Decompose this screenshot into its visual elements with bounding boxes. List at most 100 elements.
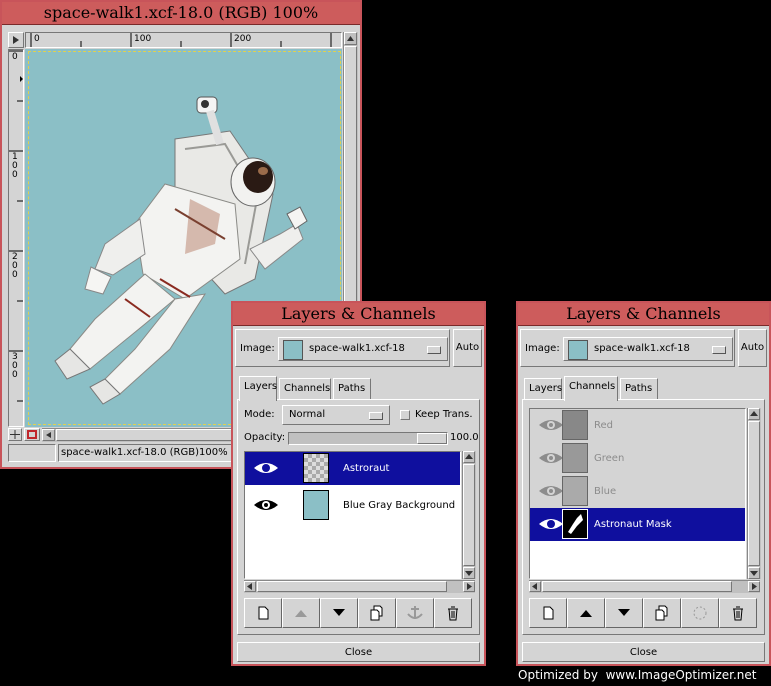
eye-icon[interactable] bbox=[538, 516, 564, 532]
channel-name: Blue bbox=[594, 486, 617, 497]
layers-dialog-title[interactable]: Layers & Channels bbox=[233, 303, 484, 326]
trash-icon bbox=[733, 606, 743, 621]
lower-layer-button[interactable] bbox=[320, 598, 358, 628]
duplicate-icon bbox=[655, 605, 668, 621]
opacity-value: 100.0 bbox=[450, 432, 479, 443]
menu-arrow-button[interactable] bbox=[8, 32, 24, 48]
quickmask-button[interactable] bbox=[24, 428, 40, 441]
arrow-up-icon bbox=[347, 36, 354, 41]
channels-panel: Red Green Blue Astronaut Mask bbox=[522, 399, 765, 635]
dropdown-indicator-icon bbox=[712, 346, 726, 354]
new-channel-button[interactable] bbox=[529, 598, 567, 628]
lower-channel-button[interactable] bbox=[605, 598, 643, 628]
close-button[interactable]: Close bbox=[237, 642, 480, 662]
tab-paths[interactable]: Paths bbox=[333, 378, 371, 400]
duplicate-channel-button[interactable] bbox=[643, 598, 681, 628]
layer-button-bar bbox=[244, 598, 475, 628]
eye-icon[interactable] bbox=[538, 417, 564, 433]
arrow-left-icon bbox=[532, 583, 537, 590]
scroll-left-button[interactable] bbox=[42, 429, 55, 441]
layers-vertical-scrollbar[interactable] bbox=[462, 451, 476, 579]
channel-row-astronaut-mask[interactable]: Astronaut Mask bbox=[530, 508, 745, 541]
channels-tabs: Layers Channels Paths bbox=[524, 376, 764, 401]
scroll-thumb[interactable] bbox=[542, 581, 732, 592]
scroll-down-button[interactable] bbox=[748, 567, 760, 579]
eye-icon[interactable] bbox=[538, 450, 564, 466]
dropdown-indicator-icon bbox=[369, 412, 383, 420]
layers-list: Astroraut Blue Gray Background bbox=[244, 451, 461, 579]
scroll-up-button[interactable] bbox=[344, 32, 357, 45]
image-window-title[interactable]: space-walk1.xcf-18.0 (RGB) 100% bbox=[2, 2, 360, 25]
eye-icon[interactable] bbox=[538, 483, 564, 499]
close-button[interactable]: Close bbox=[522, 642, 765, 662]
scroll-thumb[interactable] bbox=[463, 464, 475, 566]
image-thumb-icon bbox=[568, 340, 588, 360]
channel-thumbnail bbox=[562, 443, 588, 473]
arrow-right-icon bbox=[752, 583, 757, 590]
scroll-right-button[interactable] bbox=[748, 581, 760, 592]
ruler-label: 2 0 0 bbox=[12, 252, 18, 280]
duplicate-layer-button[interactable] bbox=[358, 598, 396, 628]
status-field-empty bbox=[8, 444, 56, 462]
channels-vertical-scrollbar[interactable] bbox=[747, 408, 761, 579]
scroll-thumb[interactable] bbox=[748, 421, 760, 566]
auto-button[interactable]: Auto bbox=[738, 329, 767, 367]
eye-icon[interactable] bbox=[253, 497, 279, 513]
layers-dialog: Layers & Channels Image: space-walk1.xcf… bbox=[231, 301, 486, 666]
arrow-right-icon bbox=[467, 583, 472, 590]
arrow-down-icon bbox=[465, 571, 473, 576]
channel-row-red[interactable]: Red bbox=[530, 409, 745, 442]
raise-channel-button[interactable] bbox=[567, 598, 605, 628]
mode-selector[interactable]: Normal bbox=[282, 405, 390, 425]
eye-icon[interactable] bbox=[253, 460, 279, 476]
delete-layer-button[interactable] bbox=[434, 598, 472, 628]
opacity-slider-handle[interactable] bbox=[417, 433, 447, 444]
arrow-down-icon bbox=[333, 609, 345, 616]
navigate-button[interactable] bbox=[8, 428, 22, 441]
layers-horizontal-scrollbar[interactable] bbox=[244, 580, 475, 593]
opacity-slider[interactable] bbox=[288, 432, 448, 445]
tab-layers[interactable]: Layers bbox=[524, 378, 562, 400]
image-thumb-icon bbox=[283, 340, 303, 360]
tab-channels[interactable]: Channels bbox=[564, 376, 618, 401]
tab-layers[interactable]: Layers bbox=[239, 376, 277, 401]
scroll-left-button[interactable] bbox=[529, 581, 541, 592]
scroll-up-button[interactable] bbox=[748, 408, 760, 420]
new-page-icon bbox=[543, 606, 554, 620]
scroll-up-button[interactable] bbox=[463, 451, 475, 463]
image-selector[interactable]: space-walk1.xcf-18 bbox=[278, 337, 448, 361]
ruler-ticks bbox=[30, 33, 332, 47]
channel-to-selection-button[interactable] bbox=[681, 598, 719, 628]
keep-trans-label: Keep Trans. bbox=[415, 409, 473, 420]
channel-thumbnail bbox=[562, 410, 588, 440]
arrow-down-icon bbox=[618, 609, 630, 616]
keep-trans-checkbox[interactable] bbox=[400, 410, 410, 420]
new-layer-button[interactable] bbox=[244, 598, 282, 628]
channels-dialog-title[interactable]: Layers & Channels bbox=[518, 303, 769, 326]
tab-channels[interactable]: Channels bbox=[279, 378, 331, 400]
channel-thumbnail bbox=[562, 476, 588, 506]
image-selector-frame: Image: space-walk1.xcf-18 bbox=[235, 329, 450, 367]
trash-icon bbox=[448, 606, 458, 621]
scroll-right-button[interactable] bbox=[463, 581, 475, 592]
layer-row-background[interactable]: Blue Gray Background bbox=[245, 489, 460, 522]
auto-button[interactable]: Auto bbox=[453, 329, 482, 367]
channel-name: Green bbox=[594, 453, 625, 464]
tab-paths[interactable]: Paths bbox=[620, 378, 658, 400]
image-selector[interactable]: space-walk1.xcf-18 bbox=[563, 337, 733, 361]
delete-channel-button[interactable] bbox=[719, 598, 757, 628]
scroll-left-button[interactable] bbox=[244, 581, 256, 592]
layer-row-astronaut[interactable]: Astroraut bbox=[245, 452, 460, 485]
ruler-label: 100 bbox=[134, 34, 152, 44]
new-page-icon bbox=[258, 606, 269, 620]
channel-row-green[interactable]: Green bbox=[530, 442, 745, 475]
scroll-thumb[interactable] bbox=[257, 581, 447, 592]
raise-layer-button[interactable] bbox=[282, 598, 320, 628]
ruler-label: 0 bbox=[34, 34, 40, 44]
scroll-down-button[interactable] bbox=[463, 567, 475, 579]
channel-row-blue[interactable]: Blue bbox=[530, 475, 745, 508]
mask-shape-icon bbox=[568, 514, 583, 534]
anchor-layer-button[interactable] bbox=[396, 598, 434, 628]
layer-name: Astroraut bbox=[343, 463, 390, 474]
channels-horizontal-scrollbar[interactable] bbox=[529, 580, 760, 593]
